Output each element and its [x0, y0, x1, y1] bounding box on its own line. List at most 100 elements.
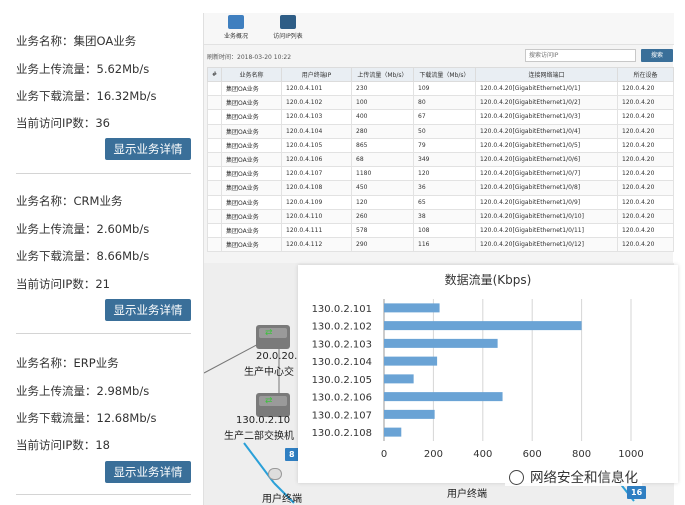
row-upload: 1180: [351, 166, 414, 182]
row-service: 集团OA业务: [221, 95, 282, 111]
service-upload: 业务上传流量：5.62Mb/s: [16, 62, 150, 76]
table-row[interactable]: 集团OA业务 120.0.4.101 230 109 120.0.4.20[Gigabi…: [207, 80, 674, 97]
switch-dept2-icon[interactable]: ⇄: [256, 393, 290, 417]
y-tick-label: 130.0.2.108: [312, 428, 372, 439]
row-service: 集团OA业务: [221, 109, 282, 125]
tab-label: 业务概况: [223, 33, 248, 40]
row-ip: 120.0.4.110: [281, 208, 352, 224]
row-ip: 120.0.4.101: [281, 80, 352, 97]
row-service: 集团OA业务: [221, 208, 282, 224]
row-index: [207, 237, 222, 253]
row-index: [207, 95, 222, 111]
show-details-button[interactable]: 显示业务详情: [105, 138, 191, 160]
watermark-text: 网络安全和信息化: [530, 470, 638, 486]
search-button[interactable]: 搜索: [641, 49, 673, 62]
wechat-icon: [509, 470, 524, 485]
row-device: 120.0.4.20: [617, 95, 674, 111]
switch-core-ip: 20.0.20.: [256, 351, 298, 362]
service-name: 业务名称：CRM业务: [16, 194, 123, 208]
x-tick-label: 1000: [618, 449, 643, 460]
watermark: 网络安全和信息化: [505, 466, 642, 486]
table-row[interactable]: 集团OA业务 120.0.4.110 260 38 120.0.4.20[Gigabit…: [207, 208, 674, 224]
row-service: 集团OA业务: [221, 137, 282, 153]
row-ip: 120.0.4.108: [281, 180, 352, 196]
col-header-ip[interactable]: 用户终端IP: [281, 67, 352, 82]
x-tick-label: 0: [381, 449, 387, 460]
row-upload: 230: [351, 80, 414, 97]
terminal-icon[interactable]: [268, 468, 282, 480]
terminal-count-badge[interactable]: 16: [627, 486, 647, 499]
bar: [384, 356, 438, 366]
search-ip-input[interactable]: [525, 49, 636, 62]
row-ip: 120.0.4.111: [281, 222, 352, 239]
app-root: 业务名称：集团OA业务 业务上传流量：5.62Mb/s 业务下载流量：16.32…: [0, 0, 685, 505]
row-port: 120.0.4.20[GigabitEthernet1/0/9]: [475, 194, 618, 210]
bar: [384, 321, 582, 331]
row-index: [207, 180, 222, 196]
row-upload: 120: [351, 194, 414, 210]
row-upload: 260: [351, 208, 414, 224]
row-port: 120.0.4.20[GigabitEthernet1/0/7]: [475, 166, 618, 182]
col-header-download[interactable]: 下载流量（Mb/s）: [413, 67, 476, 82]
row-port: 120.0.4.20[GigabitEthernet1/0/5]: [475, 137, 618, 153]
table-row[interactable]: 集团OA业务 120.0.4.106 68 349 120.0.4.20[Gigabit…: [207, 151, 674, 168]
table-row[interactable]: 集团OA业务 120.0.4.111 578 108 120.0.4.20[Gigabi…: [207, 222, 674, 239]
row-service: 集团OA业务: [221, 194, 282, 210]
row-download: 67: [413, 109, 476, 125]
service-download: 业务下载流量：16.32Mb/s: [16, 89, 157, 103]
col-header-port[interactable]: 连接网络端口: [475, 67, 618, 82]
row-port: 120.0.4.20[GigabitEthernet1/0/2]: [475, 95, 618, 111]
tab-ip-list[interactable]: 访问IP列表: [258, 15, 318, 43]
row-index: [207, 109, 222, 125]
show-details-button[interactable]: 显示业务详情: [105, 299, 191, 321]
col-header-index[interactable]: #: [207, 67, 222, 82]
table-row[interactable]: 集团OA业务 120.0.4.108 450 36 120.0.4.20[Gigabit…: [207, 180, 674, 196]
row-device: 120.0.4.20: [617, 166, 674, 182]
row-service: 集团OA业务: [221, 166, 282, 182]
row-device: 120.0.4.20: [617, 109, 674, 125]
row-download: 80: [413, 95, 476, 111]
col-header-upload[interactable]: 上传流量（Mb/s）: [351, 67, 414, 82]
bar: [384, 427, 402, 437]
bar: [384, 392, 503, 402]
table-row[interactable]: 集团OA业务 120.0.4.112 290 116 120.0.4.20[Gigabi…: [207, 237, 674, 253]
row-upload: 68: [351, 151, 414, 168]
tab-service-overview[interactable]: 业务概况: [206, 15, 266, 43]
service-name: 业务名称：集团OA业务: [16, 34, 137, 48]
row-index: [207, 123, 222, 139]
row-index: [207, 151, 222, 168]
bar: [384, 338, 498, 348]
table-row[interactable]: 集团OA业务 120.0.4.107 1180 120 120.0.4.20[Gigab…: [207, 166, 674, 182]
row-ip: 120.0.4.102: [281, 95, 352, 111]
refresh-time: 刷新时间：2018-03-20 10:22: [207, 54, 292, 61]
table-row[interactable]: 集团OA业务 120.0.4.102 100 80 120.0.4.20[Gigabit…: [207, 95, 674, 111]
row-download: 79: [413, 137, 476, 153]
table-row[interactable]: 集团OA业务 120.0.4.104 280 50 120.0.4.20[Gigabit…: [207, 123, 674, 139]
y-tick-label: 130.0.2.104: [312, 357, 372, 368]
table-row[interactable]: 集团OA业务 120.0.4.105 865 79 120.0.4.20[Gigabit…: [207, 137, 674, 153]
row-service: 集团OA业务: [221, 237, 282, 253]
switch-core-icon[interactable]: ⇄: [256, 325, 290, 349]
col-header-device[interactable]: 所在设备: [617, 67, 674, 82]
row-service: 集团OA业务: [221, 80, 282, 97]
terminal-count-badge[interactable]: 8: [285, 448, 299, 461]
bar: [384, 303, 440, 313]
y-tick-label: 130.0.2.103: [312, 339, 372, 350]
row-index: [207, 137, 222, 153]
row-device: 120.0.4.20: [617, 194, 674, 210]
service-ip-count: 当前访问IP数：21: [16, 277, 110, 291]
col-header-service[interactable]: 业务名称: [221, 67, 282, 82]
terminal-label: 用户终端: [262, 494, 302, 505]
row-ip: 120.0.4.107: [281, 166, 352, 182]
show-details-button[interactable]: 显示业务详情: [105, 461, 191, 483]
row-upload: 578: [351, 222, 414, 239]
row-device: 120.0.4.20: [617, 208, 674, 224]
switch-dept2-ip: 130.0.2.10: [236, 415, 291, 426]
row-download: 36: [413, 180, 476, 196]
row-port: 120.0.4.20[GigabitEthernet1/0/12]: [475, 237, 618, 253]
service-download: 业务下载流量：12.68Mb/s: [16, 411, 157, 425]
table-row[interactable]: 集团OA业务 120.0.4.103 400 67 120.0.4.20[Gigabit…: [207, 109, 674, 125]
bar: [384, 374, 414, 384]
row-download: 50: [413, 123, 476, 139]
table-row[interactable]: 集团OA业务 120.0.4.109 120 65 120.0.4.20[Gigabit…: [207, 194, 674, 210]
